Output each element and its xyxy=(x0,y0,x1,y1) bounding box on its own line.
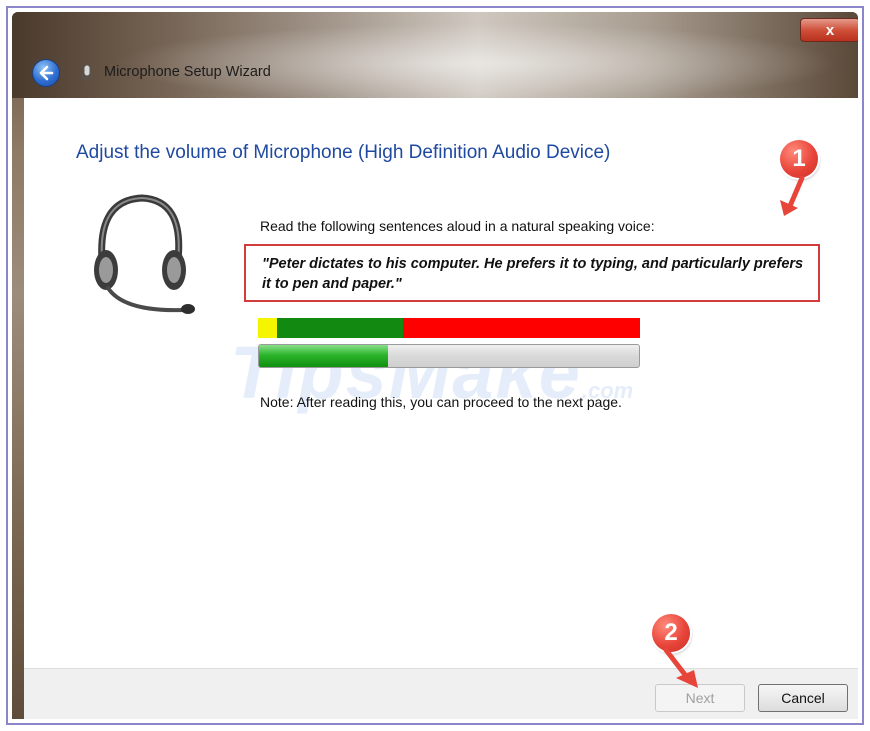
sentence-box: "Peter dictates to his computer. He pref… xyxy=(244,244,820,302)
volume-progress-bar xyxy=(258,344,640,368)
wizard-footer: Next Cancel xyxy=(24,668,858,719)
level-segment xyxy=(258,318,278,338)
instruction-text: Read the following sentences aloud in a … xyxy=(260,218,655,234)
annotation-arrow-1-icon xyxy=(780,176,805,216)
sentence-text: "Peter dictates to his computer. He pref… xyxy=(262,256,804,292)
close-button[interactable]: x xyxy=(800,18,858,42)
annotation-arrow-2-icon xyxy=(663,648,698,688)
title-bar: x Microphone Setup Wizard xyxy=(12,12,858,98)
volume-level-meter xyxy=(258,318,640,338)
annotation-badge-1: 1 xyxy=(780,140,818,178)
wizard-content: Adjust the volume of Microphone (High De… xyxy=(24,98,858,668)
level-segment xyxy=(277,318,404,338)
back-arrow-icon xyxy=(39,65,54,81)
wizard-window: x Microphone Setup Wizard Adjust the vol… xyxy=(12,12,858,719)
headset-icon xyxy=(94,194,195,314)
microphone-icon xyxy=(81,64,93,83)
annotation-badge-2: 2 xyxy=(652,614,690,652)
window-title: Microphone Setup Wizard xyxy=(104,64,271,80)
cancel-button[interactable]: Cancel xyxy=(758,684,848,712)
page-heading: Adjust the volume of Microphone (High De… xyxy=(76,142,611,163)
note-text: Note: After reading this, you can procee… xyxy=(260,394,622,410)
back-button[interactable] xyxy=(32,59,60,87)
level-segment xyxy=(403,318,640,338)
close-icon: x xyxy=(825,21,835,39)
volume-progress-fill xyxy=(259,345,389,367)
